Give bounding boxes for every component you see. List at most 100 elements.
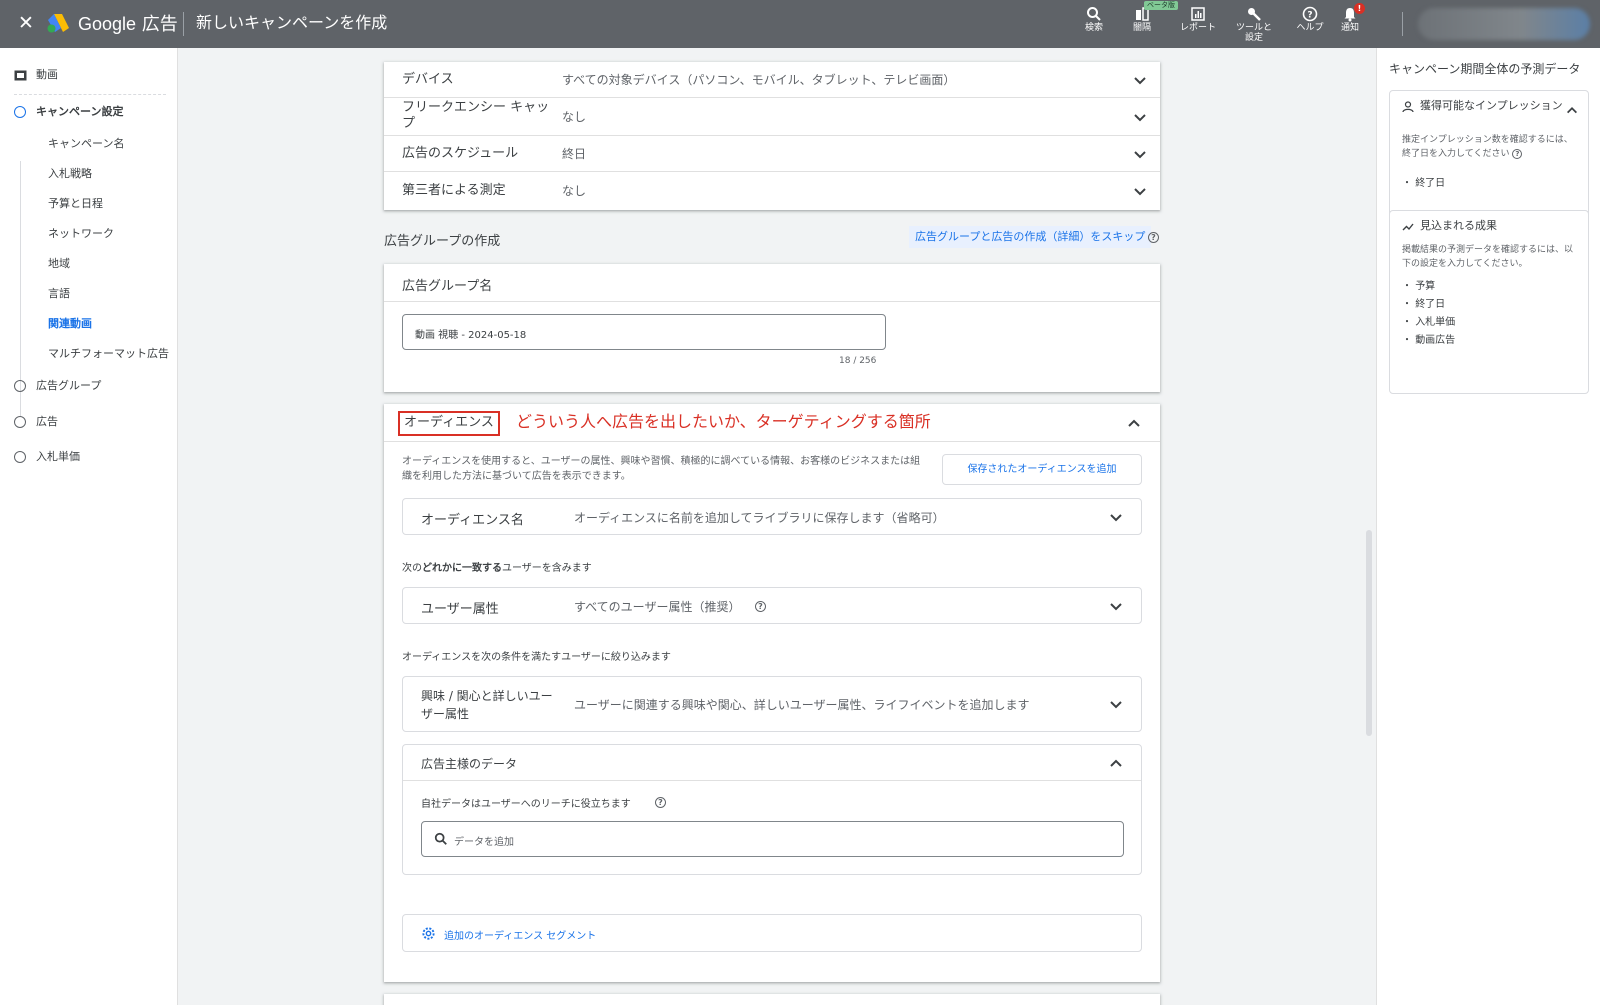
nav-sub-related-videos[interactable]: 関連動画 bbox=[48, 317, 92, 331]
chevron-down-icon bbox=[1132, 109, 1148, 125]
list-item-label: 終了日 bbox=[1415, 178, 1446, 189]
advertiser-data-panel: 広告主様のデータ 自社データはユーザーへのリーチに役立ちます ? データを追加 bbox=[402, 744, 1142, 875]
nav-divider bbox=[14, 94, 166, 95]
main-scrollbar[interactable] bbox=[1366, 530, 1372, 736]
list-item: ・ 終了日 bbox=[1402, 299, 1446, 310]
additional-segments-row[interactable]: 追加のオーディエンス セグメント bbox=[402, 914, 1142, 952]
forecast-panel: キャンペーン期間全体の予測データ 獲得可能なインプレッション 推定インプレッショ… bbox=[1376, 48, 1600, 1005]
search-tool-button[interactable]: 検索 bbox=[1070, 4, 1118, 46]
setting-row-third-party[interactable]: 第三者による測定 なし bbox=[384, 172, 1160, 210]
nav-tree-line bbox=[20, 161, 21, 416]
setting-row-ad-schedule[interactable]: 広告のスケジュール 終日 bbox=[384, 136, 1160, 172]
nav-sub-networks[interactable]: ネットワーク bbox=[48, 227, 114, 241]
data-search-input[interactable]: データを追加 bbox=[421, 821, 1124, 857]
nav-sub-budget-dates[interactable]: 予算と日程 bbox=[48, 197, 103, 211]
list-item-label: 入札単価 bbox=[1415, 317, 1456, 328]
tools-settings-button[interactable]: ツールと 設定 bbox=[1230, 4, 1278, 46]
reports-tool-button[interactable]: レポート bbox=[1174, 4, 1222, 46]
interests-row[interactable]: 興味 / 関心と詳しいユーザー属性 ユーザーに関連する興味や関心、詳しいユーザー… bbox=[402, 676, 1142, 732]
nav-sub-locations[interactable]: 地域 bbox=[48, 257, 70, 271]
nav-sub-bid-strategy[interactable]: 入札戦略 bbox=[48, 167, 92, 181]
top-bar: ✕ Google 広告 新しいキャンペーンを作成 検索 ベータ版 闇隔 レポート… bbox=[0, 0, 1600, 48]
expected-results-title: 見込まれる成果 bbox=[1420, 219, 1497, 232]
ad-group-name-card: 広告グループ名 動画 視聴 - 2024-05-18 18 / 256 bbox=[384, 264, 1160, 392]
help-icon[interactable]: ? bbox=[655, 797, 666, 808]
brand-google: Google bbox=[78, 14, 137, 34]
include-prefix: 次の bbox=[402, 563, 422, 574]
ad-group-name-value: 動画 視聴 - 2024-05-18 bbox=[415, 330, 527, 341]
nav-item-label: 広告 bbox=[36, 415, 58, 428]
impressions-desc: 推定インプレッション数を確認するには、終了日を入力してください ? bbox=[1402, 133, 1578, 161]
help-icon[interactable]: ? bbox=[1512, 149, 1523, 159]
audience-name-key: オーディエンス名 bbox=[421, 513, 524, 528]
setting-key: フリークエンシー キャップ bbox=[402, 100, 550, 131]
nav-sub-languages[interactable]: 言語 bbox=[48, 287, 70, 301]
forecast-panel-title: キャンペーン期間全体の予測データ bbox=[1389, 62, 1581, 76]
include-suffix: ユーザーを含みます bbox=[502, 563, 592, 574]
nav-sub-campaign-name[interactable]: キャンペーン名 bbox=[48, 137, 124, 151]
help-icon[interactable]: ? bbox=[755, 601, 766, 612]
notification-badge: ! bbox=[1354, 3, 1365, 14]
appearance-tool-button[interactable]: ベータ版 闇隔 bbox=[1118, 1, 1178, 46]
skip-ad-group-link[interactable]: 広告グループと広告の作成（詳細）をスキップ bbox=[909, 226, 1152, 248]
ad-group-name-input[interactable]: 動画 視聴 - 2024-05-18 bbox=[402, 314, 886, 350]
chevron-down-icon bbox=[1132, 72, 1148, 88]
list-item-label: 終了日 bbox=[1415, 299, 1446, 310]
brand-name: Google 広告 bbox=[78, 12, 178, 37]
advertiser-data-note: 自社データはユーザーへのリーチに役立ちます bbox=[421, 799, 631, 810]
add-saved-audience-button[interactable]: 保存されたオーディエンスを追加 bbox=[942, 454, 1142, 485]
close-button[interactable]: ✕ bbox=[14, 11, 38, 35]
list-item: ・ 入札単価 bbox=[1402, 317, 1456, 328]
ad-group-section-title: 広告グループの作成 bbox=[384, 234, 501, 249]
setting-value: なし bbox=[562, 184, 587, 198]
setting-value: すべての対象デバイス（パソコン、モバイル、タブレット、テレビ画面） bbox=[562, 73, 956, 87]
include-users-text: 次のどれかに一致するユーザーを含みます bbox=[402, 559, 592, 574]
audience-name-row[interactable]: オーディエンス名 オーディエンスに名前を追加してライブラリに保存します（省略可） bbox=[402, 498, 1142, 535]
notifications-tool-button[interactable]: ! 通知 bbox=[1326, 3, 1374, 46]
tool-label-line2: 設定 bbox=[1244, 33, 1263, 43]
interests-value: ユーザーに関連する興味や関心、詳しいユーザー属性、ライフイベントを追加します bbox=[574, 698, 1030, 712]
nav-item-label: 入札単価 bbox=[36, 450, 80, 463]
chevron-down-icon bbox=[1132, 146, 1148, 162]
nav-item-label: 動画 bbox=[36, 68, 58, 81]
list-item: ・ 終了日 bbox=[1402, 178, 1446, 189]
brand-ads: 広告 bbox=[141, 14, 178, 35]
chevron-up-icon[interactable] bbox=[1565, 103, 1581, 119]
narrow-users-text: オーディエンスを次の条件を満たすユーザーに絞り込みます bbox=[402, 652, 671, 663]
audience-name-value: オーディエンスに名前を追加してライブラリに保存します（省略可） bbox=[574, 511, 945, 525]
video-campaign-icon bbox=[14, 70, 27, 81]
svg-text:?: ? bbox=[1307, 11, 1312, 21]
page-title: 新しいキャンペーンを作成 bbox=[196, 13, 388, 32]
setting-key: 広告のスケジュール bbox=[402, 146, 519, 161]
setting-row-devices[interactable]: デバイス すべての対象デバイス（パソコン、モバイル、タブレット、テレビ画面） bbox=[384, 62, 1160, 98]
advertiser-data-header[interactable]: 広告主様のデータ bbox=[403, 745, 1141, 781]
impressions-desc-text: 推定インプレッション数を確認するには、終了日を入力してください bbox=[1402, 135, 1573, 159]
setting-row-frequency-cap[interactable]: フリークエンシー キャップ なし bbox=[384, 98, 1160, 136]
list-item-label: 動画広告 bbox=[1415, 335, 1456, 346]
impressions-card: 獲得可能なインプレッション 推定インプレッション数を確認するには、終了日を入力し… bbox=[1389, 90, 1589, 220]
beta-badge: ベータ版 bbox=[1144, 1, 1178, 10]
tool-label: 検索 bbox=[1084, 23, 1103, 33]
expected-results-card: 見込まれる成果 掲載結果の予測データを確認するには、以下の設定を入力してください… bbox=[1389, 210, 1589, 394]
help-icon[interactable]: ? bbox=[1148, 232, 1159, 243]
step-circle-icon bbox=[14, 380, 26, 392]
title-separator bbox=[183, 12, 184, 36]
list-item-label: 予算 bbox=[1415, 281, 1436, 292]
setting-key: デバイス bbox=[402, 72, 454, 87]
audience-header[interactable]: オーディエンス どういう人へ広告を出したいか、ターゲティングする箇所 bbox=[384, 404, 1160, 442]
demographics-row[interactable]: ユーザー属性 すべてのユーザー属性（推奨） ? bbox=[402, 587, 1142, 624]
demographics-value: すべてのユーザー属性（推奨） bbox=[574, 600, 741, 614]
chevron-down-icon bbox=[1108, 598, 1124, 614]
search-icon bbox=[434, 832, 447, 845]
demographics-key: ユーザー属性 bbox=[421, 602, 499, 617]
ad-group-name-label: 広告グループ名 bbox=[402, 279, 493, 294]
nav-sub-multiformat-ads[interactable]: マルチフォーマット広告 bbox=[48, 347, 169, 361]
advertiser-data-title: 広告主様のデータ bbox=[421, 757, 518, 771]
setting-value: なし bbox=[562, 110, 587, 124]
account-switcher[interactable] bbox=[1418, 8, 1590, 40]
setting-key: 第三者による測定 bbox=[402, 183, 506, 198]
gear-icon bbox=[422, 927, 435, 940]
help-icon: ? bbox=[1302, 6, 1318, 22]
search-placeholder: データを追加 bbox=[454, 837, 514, 848]
chevron-down-icon bbox=[1108, 696, 1124, 712]
